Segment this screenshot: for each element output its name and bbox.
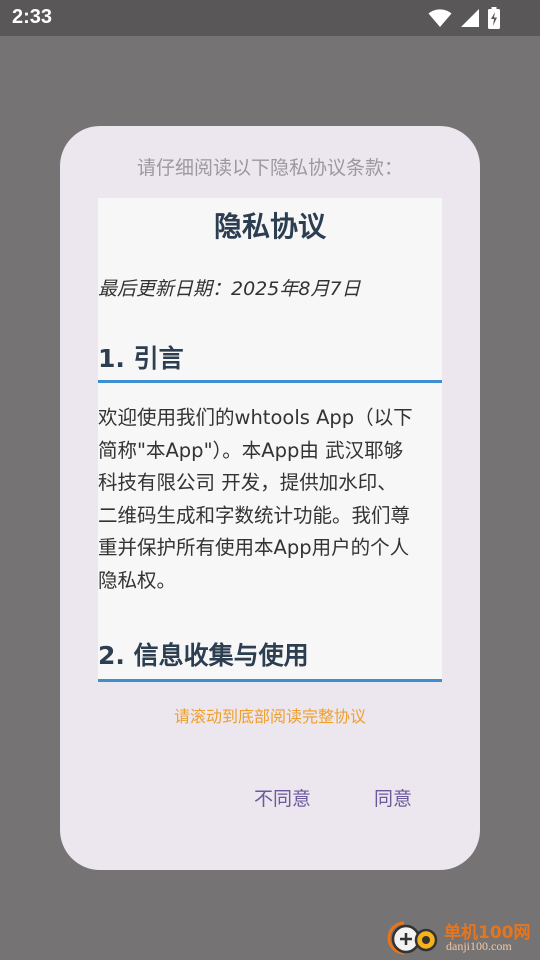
status-icons bbox=[428, 7, 500, 29]
dialog-prompt: 请仔细阅读以下隐私协议条款： bbox=[136, 157, 403, 179]
section-body-introduction: 欢迎使用我们的whtools App（以下 简称"本App"）。本App由 武汉… bbox=[98, 406, 413, 592]
section-heading-introduction: 1. 引言 bbox=[98, 344, 184, 373]
disagree-button[interactable]: 不同意 bbox=[248, 781, 317, 817]
document-title: 隐私协议 bbox=[213, 210, 326, 243]
cell-signal-icon bbox=[460, 8, 480, 28]
privacy-document-scroll-area[interactable]: 隐私协议 最后更新日期：2025年8月7日 1. 引言 欢迎使用我们的whtoo… bbox=[98, 198, 442, 682]
watermark-logo-icon bbox=[386, 920, 442, 956]
section-heading-info-collection: 2. 信息收集与使用 bbox=[98, 641, 309, 670]
last-updated-date: 最后更新日期：2025年8月7日 bbox=[98, 278, 361, 300]
wifi-icon bbox=[428, 8, 452, 28]
site-watermark: 单机100网 danji100.com bbox=[386, 918, 536, 958]
agree-button[interactable]: 同意 bbox=[368, 781, 418, 817]
section-divider bbox=[98, 380, 442, 383]
scroll-hint: 请滚动到底部阅读完整协议 bbox=[173, 707, 366, 726]
section-divider bbox=[98, 679, 442, 682]
screen: 2:33 请仔细阅读以下隐私协议条款： 隐私协议 最后更新日期：2025年8月7… bbox=[0, 0, 540, 960]
watermark-site-url: danji100.com bbox=[446, 939, 512, 953]
privacy-dialog: 请仔细阅读以下隐私协议条款： 隐私协议 最后更新日期：2025年8月7日 1. … bbox=[60, 126, 480, 870]
status-bar: 2:33 bbox=[0, 0, 540, 36]
battery-charging-icon bbox=[488, 7, 500, 29]
status-time: 2:33 bbox=[12, 6, 53, 28]
